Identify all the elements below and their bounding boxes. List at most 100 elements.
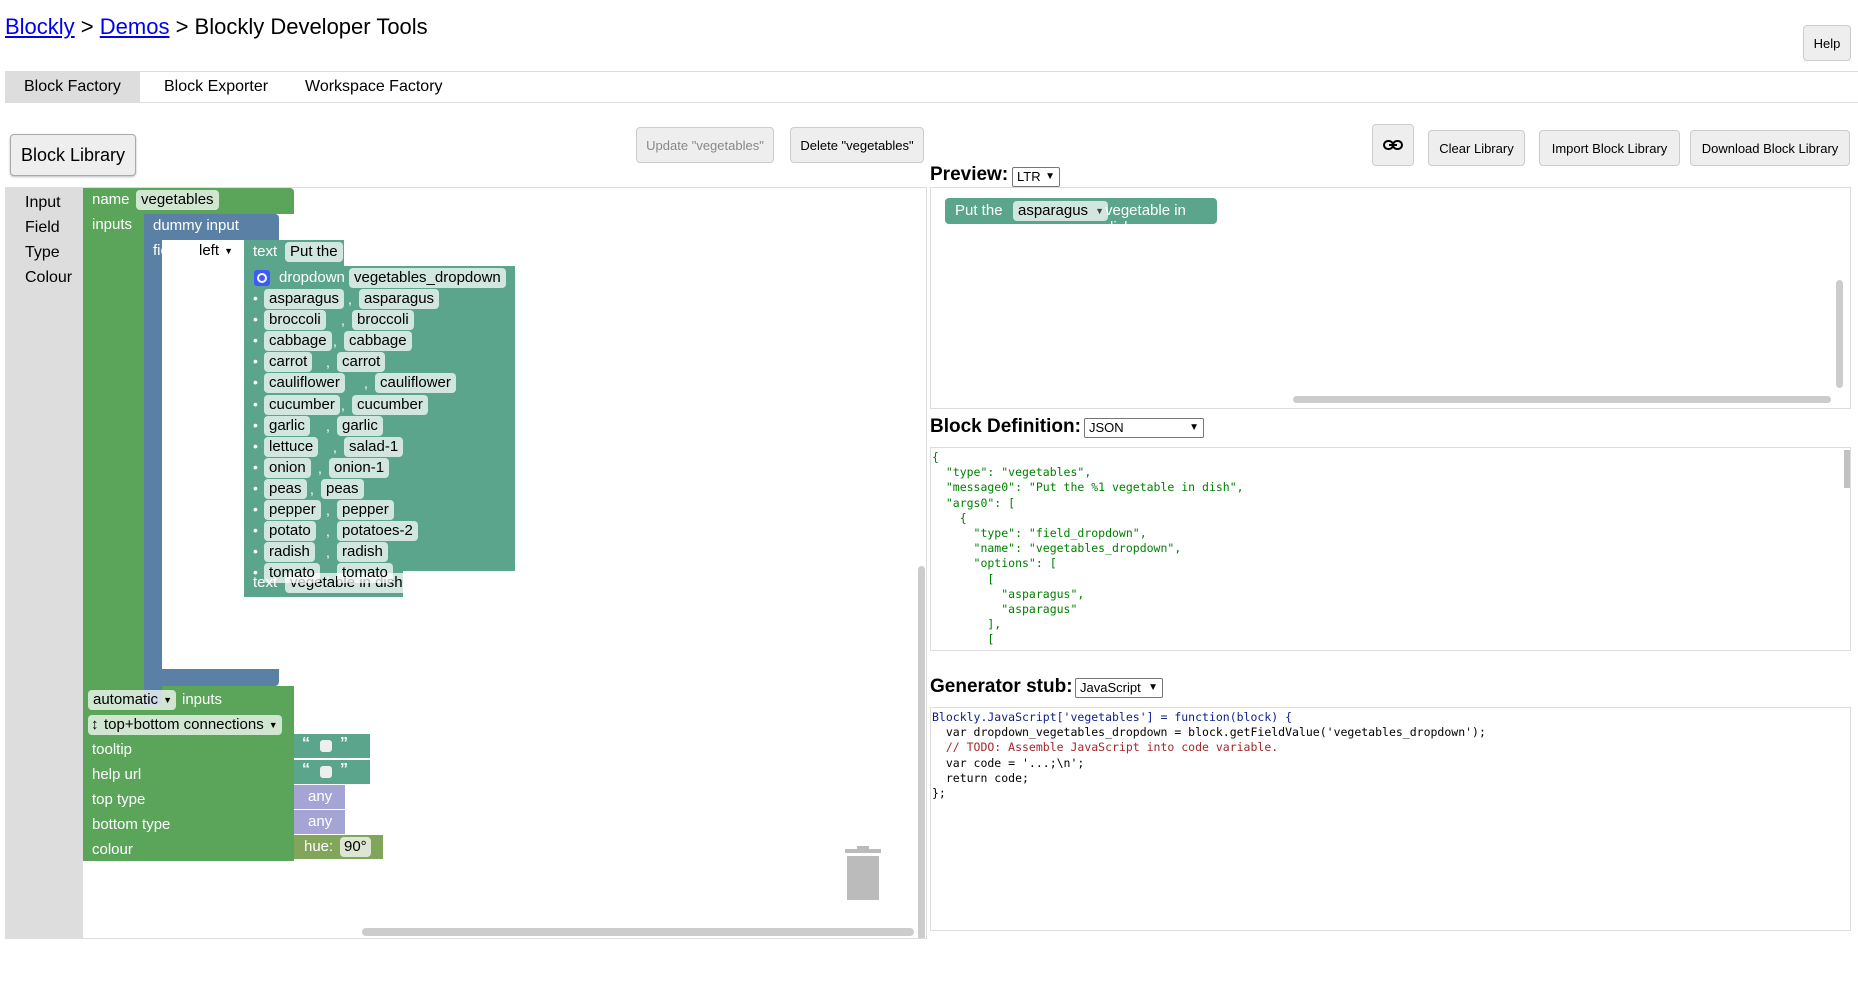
option-value-text[interactable]: pepper	[337, 500, 394, 520]
option-display-text[interactable]: radish	[264, 542, 315, 563]
connections-dropdown[interactable]: ↕ top+bottom connections ▼	[88, 715, 282, 735]
option-value-text[interactable]: potatoes-2	[337, 521, 418, 542]
option-bullet-icon: •	[253, 501, 258, 517]
block-library-button[interactable]: Block Library	[10, 134, 136, 176]
option-value-text[interactable]: tomato	[337, 563, 393, 584]
align-dropdown[interactable]: left ▼	[194, 241, 238, 261]
clear-library-button[interactable]: Clear Library	[1428, 130, 1525, 166]
breadcrumb-link-demos[interactable]: Demos	[100, 14, 170, 39]
option-display-text[interactable]: asparagus	[264, 289, 345, 309]
option-display-text[interactable]: pepper	[264, 500, 321, 520]
option-value-text[interactable]: peas	[321, 478, 364, 499]
option-display-text[interactable]: carrot	[264, 352, 313, 373]
option-value-text[interactable]: cucumber	[352, 394, 428, 415]
gear-icon[interactable]	[254, 270, 270, 286]
option-bullet-icon: •	[253, 543, 258, 560]
toolbox-category-type[interactable]: Type	[25, 244, 60, 262]
code-line: };	[932, 786, 946, 801]
quote-close-icon: ”	[340, 735, 348, 752]
tab-block-factory[interactable]: Block Factory	[5, 72, 140, 102]
inputs-mode-value: automatic	[93, 691, 159, 708]
option-bullet-icon: •	[253, 437, 258, 454]
option-bullet-icon: •	[253, 374, 258, 391]
import-library-button[interactable]: Import Block Library	[1539, 130, 1680, 166]
block-definition-pane[interactable]: { "type": "vegetables", "message0": "Put…	[930, 447, 1851, 651]
option-display-text[interactable]: tomato	[264, 563, 320, 584]
direction-select-value: LTR	[1017, 169, 1041, 184]
toolbox-category-input[interactable]: Input	[25, 194, 61, 212]
code-line: return code;	[945, 770, 1029, 785]
option-value-text[interactable]: asparagus	[359, 289, 440, 309]
dummy-input-label: dummy input	[153, 217, 239, 234]
option-separator: ,	[326, 502, 330, 518]
inputs-mode-dropdown[interactable]: automatic ▼	[88, 690, 177, 710]
option-display-text[interactable]: cauliflower	[264, 373, 345, 394]
text-input-field[interactable]	[320, 766, 332, 778]
help-url-text-block[interactable]: “”	[294, 760, 370, 784]
option-value-text[interactable]: broccoli	[352, 310, 414, 331]
tab-block-exporter[interactable]: Block Exporter	[145, 72, 287, 102]
tooltip-text-block[interactable]: “”	[294, 734, 370, 758]
dropdown-name-field[interactable]: vegetables_dropdown	[349, 268, 506, 288]
link-button[interactable]	[1372, 124, 1414, 166]
text-input-field[interactable]	[320, 740, 332, 752]
breadcrumb-separator: >	[74, 14, 100, 39]
preview-vertical-scrollbar[interactable]	[1836, 280, 1843, 388]
dropdown-arrow-icon: ▼	[1189, 422, 1199, 433]
language-select-value: JavaScript	[1080, 680, 1141, 695]
tab-bar: Block Factory Block Exporter Workspace F…	[5, 71, 1858, 103]
workspace-vertical-scrollbar[interactable]	[918, 566, 925, 938]
option-display-text[interactable]: cabbage	[264, 331, 332, 352]
preview-horizontal-scrollbar[interactable]	[1293, 396, 1831, 403]
breadcrumb-link-blockly[interactable]: Blockly	[5, 14, 75, 39]
option-display-text[interactable]: broccoli	[264, 310, 326, 331]
hue-value-field[interactable]: 90°	[340, 837, 371, 857]
option-bullet-icon: •	[253, 311, 258, 328]
preview-block[interactable]: Put the asparagus ▼ vegetable in dish	[945, 198, 1217, 236]
preview-block-dropdown[interactable]: asparagus ▼	[1013, 201, 1109, 221]
bottom-type-any-block[interactable]: any	[294, 810, 345, 834]
toolbox-category-colour[interactable]: Colour	[25, 269, 72, 287]
top-type-label: top type	[92, 791, 146, 808]
option-value-text[interactable]: salad-1	[344, 436, 404, 457]
option-value-text[interactable]: radish	[337, 542, 388, 563]
updown-arrow-icon: ↕	[91, 716, 99, 733]
workspace-horizontal-scrollbar[interactable]	[362, 928, 914, 936]
definition-vertical-scrollbar[interactable]	[1844, 450, 1850, 488]
tab-workspace-factory[interactable]: Workspace Factory	[286, 72, 462, 102]
link-icon	[1383, 140, 1403, 150]
option-bullet-icon: •	[253, 395, 258, 412]
download-library-button[interactable]: Download Block Library	[1690, 130, 1850, 166]
option-display-text[interactable]: cucumber	[264, 394, 340, 415]
block-factory-workspace[interactable]: Input Field Type Colour name vegetables …	[5, 187, 927, 939]
colour-hue-block[interactable]: hue: 90°	[294, 835, 383, 859]
dropdown-label: dropdown	[279, 269, 345, 286]
option-value-text[interactable]: cabbage	[344, 331, 412, 352]
format-select[interactable]: JSON ▼	[1084, 418, 1204, 438]
top-type-any-block[interactable]: any	[294, 785, 345, 809]
generator-stub-pane[interactable]: Blockly.JavaScript['vegetables'] = funct…	[930, 707, 1851, 931]
option-display-text[interactable]: lettuce	[264, 436, 319, 457]
language-select[interactable]: JavaScript ▼	[1075, 678, 1163, 698]
text-field-value[interactable]: Put the	[285, 242, 343, 262]
colour-label: colour	[92, 841, 133, 858]
option-display-text[interactable]: potato	[264, 521, 316, 542]
delete-block-button[interactable]: Delete "vegetables"	[790, 127, 924, 163]
option-separator: ,	[326, 523, 330, 540]
option-value-text[interactable]: cauliflower	[375, 373, 456, 394]
option-value-text[interactable]: garlic	[337, 415, 383, 436]
block-name-field[interactable]: vegetables	[136, 190, 219, 210]
toolbox-category-field[interactable]: Field	[25, 219, 60, 237]
option-display-text[interactable]: peas	[264, 478, 307, 499]
preview-pane[interactable]: Put the asparagus ▼ vegetable in dish	[930, 187, 1851, 409]
option-value-text[interactable]: carrot	[337, 352, 386, 373]
trash-icon[interactable]	[843, 846, 883, 902]
help-button[interactable]: Help	[1803, 25, 1851, 61]
option-separator: ,	[333, 438, 337, 455]
option-value-text[interactable]: onion-1	[329, 457, 390, 478]
option-display-text[interactable]: garlic	[264, 415, 310, 436]
generator-stub-heading: Generator stub:	[930, 676, 1073, 697]
update-block-button[interactable]: Update "vegetables"	[636, 127, 774, 163]
option-display-text[interactable]: onion	[264, 457, 311, 478]
direction-select[interactable]: LTR ▼	[1012, 167, 1060, 187]
